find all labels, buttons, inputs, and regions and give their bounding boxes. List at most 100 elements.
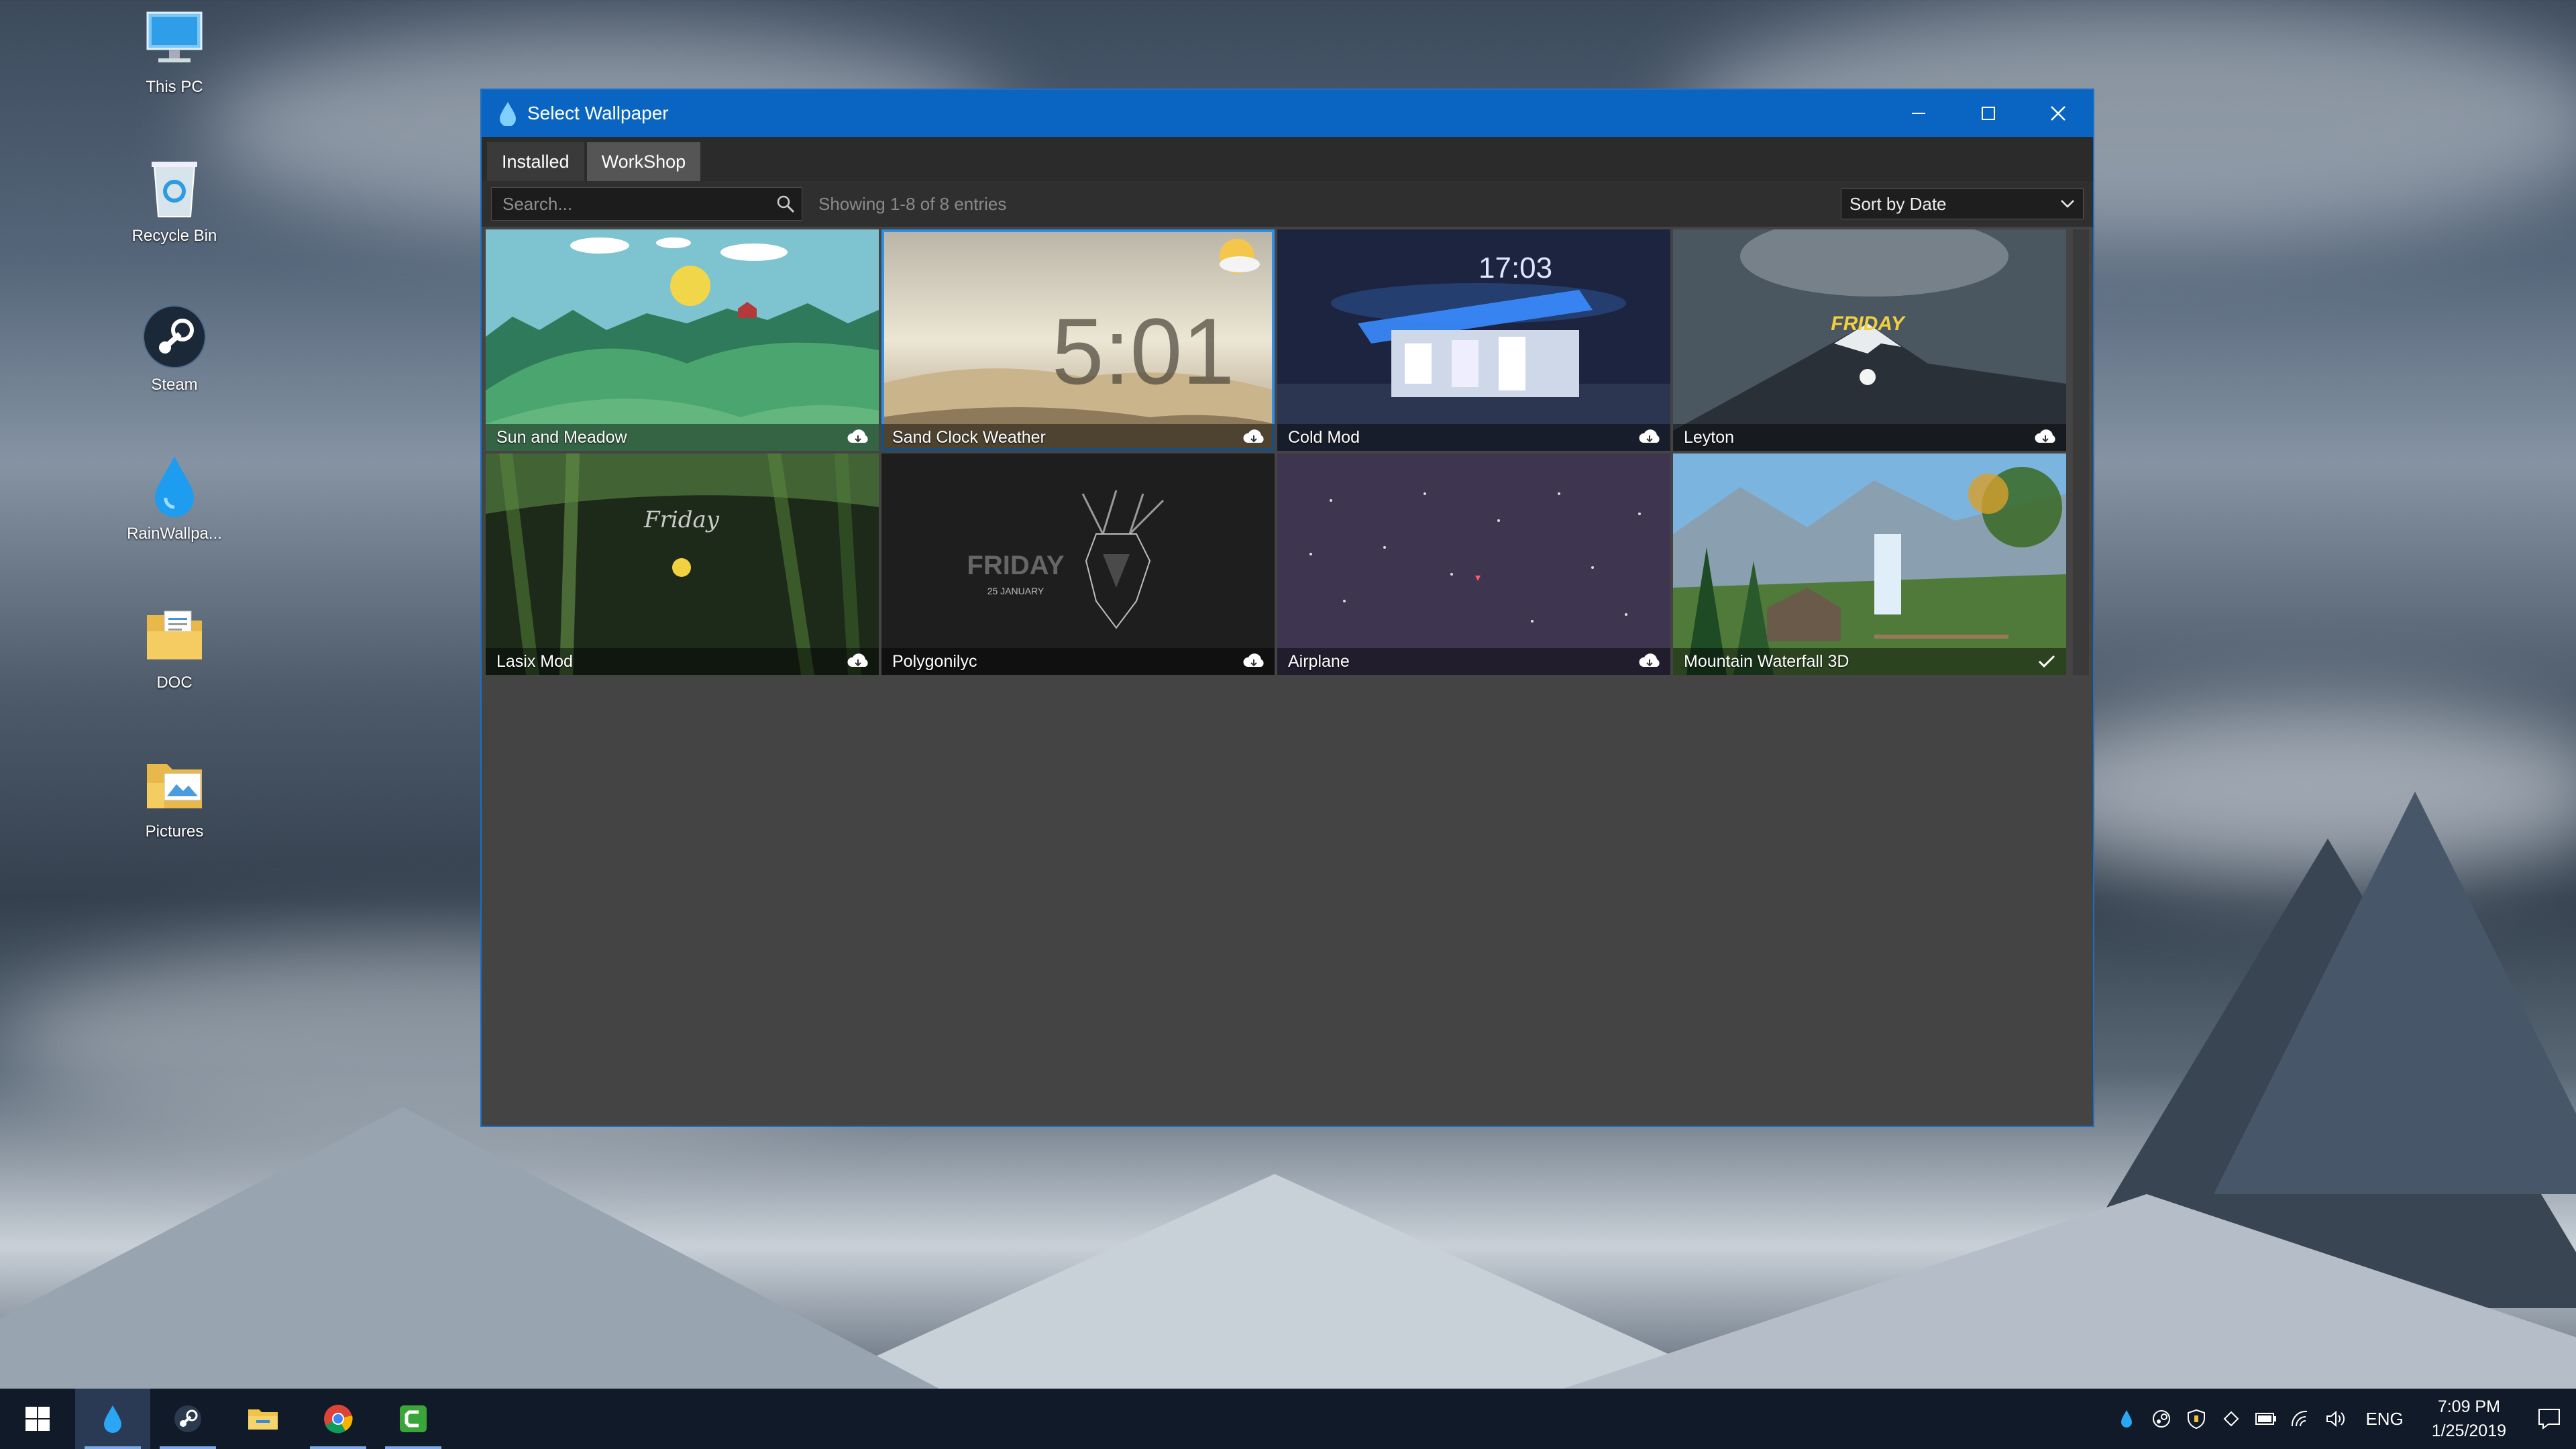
tray-dropbox[interactable] <box>2214 1389 2249 1449</box>
wallpaper-thumbnail: 5:01 <box>881 229 1275 451</box>
wallpaper-card[interactable]: FRIDAY 25 JANUARY Polygonilyc <box>881 453 1275 675</box>
clock-time: 7:09 PM <box>2437 1397 2500 1416</box>
wallpaper-gallery: Sun and Meadow 5:01 Sand Clock Weather 1… <box>482 227 2093 1126</box>
wallpaper-card[interactable]: Friday Lasix Mod <box>486 453 879 675</box>
tray-rainwallpaper[interactable] <box>2109 1389 2144 1449</box>
steam-icon <box>2153 1410 2171 1428</box>
tray-volume[interactable] <box>2318 1389 2353 1449</box>
cloud-download-icon[interactable] <box>1242 429 1265 445</box>
minimize-icon <box>1912 113 1925 114</box>
wallpaper-card[interactable]: 17:03 Cold Mod <box>1277 229 1670 451</box>
desktop-icon-recycle-bin[interactable]: Recycle Bin <box>114 154 235 246</box>
wallpaper-thumbnail <box>486 229 879 451</box>
system-tray: ENG 7:09 PM 1/25/2019 <box>2109 1389 2576 1449</box>
wallpaper-card[interactable]: Mountain Waterfall 3D <box>1673 453 2066 675</box>
wallpaper-thumbnail: 17:03 <box>1277 229 1670 451</box>
sort-dropdown[interactable]: Sort by Date <box>1841 189 2084 219</box>
battery-icon <box>2255 1413 2277 1425</box>
day-overlay: FRIDAY <box>967 551 1065 580</box>
wallpaper-name: Cold Mod <box>1288 427 1360 447</box>
tab-installed[interactable]: Installed <box>487 142 584 181</box>
wallpaper-grid: Sun and Meadow 5:01 Sand Clock Weather 1… <box>486 229 2066 675</box>
raindrop-icon <box>104 1405 121 1433</box>
wallpaper-name: Leyton <box>1684 427 1735 447</box>
wifi-icon <box>2292 1411 2308 1427</box>
wallpaper-thumbnail <box>1277 453 1670 675</box>
wallpaper-caption: Polygonilyc <box>881 648 1275 675</box>
wallpaper-card[interactable]: Airplane <box>1277 453 1670 675</box>
action-center-button[interactable] <box>2522 1389 2576 1449</box>
volume-icon <box>2326 1410 2345 1428</box>
taskbar-steam[interactable] <box>150 1389 225 1449</box>
wallpaper-caption: Lasix Mod <box>486 648 879 675</box>
wallpaper-name: Polygonilyc <box>892 651 977 671</box>
wallpaper-caption: Leyton <box>1673 424 2066 451</box>
desktop-icon-label: Pictures <box>145 822 204 841</box>
wallpaper-card[interactable]: 5:01 Sand Clock Weather <box>881 229 1275 451</box>
day-overlay: FRIDAY <box>1831 313 1906 335</box>
tray-security[interactable] <box>2179 1389 2214 1449</box>
wallpaper-thumbnail: FRIDAY 25 JANUARY <box>881 453 1275 675</box>
vertical-scrollbar[interactable] <box>2073 229 2089 675</box>
wallpaper-name: Sand Clock Weather <box>892 427 1046 447</box>
desktop-icon-steam[interactable]: Steam <box>114 303 235 394</box>
close-button[interactable] <box>2023 90 2093 137</box>
wallpaper-thumbnail: Friday <box>486 453 879 675</box>
file-explorer-icon <box>248 1409 278 1430</box>
desktop-icon-label: RainWallpa... <box>127 525 222 543</box>
minimize-button[interactable] <box>1884 90 1953 137</box>
maximize-icon <box>1982 107 1995 120</box>
input-language[interactable]: ENG <box>2353 1409 2415 1430</box>
dropbox-icon <box>2224 1411 2239 1427</box>
taskbar-clock[interactable]: 7:09 PM 1/25/2019 <box>2416 1395 2522 1443</box>
check-icon <box>2038 655 2055 668</box>
tab-workshop[interactable]: WorkShop <box>586 142 701 181</box>
recycle-bin-icon <box>141 154 208 221</box>
cloud-download-icon[interactable] <box>1638 653 1661 669</box>
raindrop-icon <box>500 102 516 126</box>
maximize-button[interactable] <box>1953 90 2023 137</box>
wallpaper-name: Sun and Meadow <box>496 427 627 447</box>
cloud-download-icon[interactable] <box>2034 429 2057 445</box>
search-icon <box>777 195 795 213</box>
entries-count: Showing 1-8 of 8 entries <box>818 193 1007 214</box>
window-title: Select Wallpaper <box>527 103 669 123</box>
wallpaper-name: Lasix Mod <box>496 651 573 671</box>
window-titlebar[interactable]: Select Wallpaper <box>482 90 2093 137</box>
search-button[interactable] <box>769 188 802 220</box>
wallpaper-name: Mountain Waterfall 3D <box>1684 651 1849 671</box>
search-input[interactable] <box>492 193 769 215</box>
clock-overlay: 5:01 <box>1052 299 1234 404</box>
taskbar-camtasia[interactable] <box>376 1389 451 1449</box>
start-button[interactable] <box>0 1389 75 1449</box>
desktop-icon-doc[interactable]: DOC <box>114 601 235 692</box>
start-icon <box>25 1407 50 1431</box>
cloud-download-icon[interactable] <box>847 429 869 445</box>
desktop-icon-pictures[interactable]: Pictures <box>114 750 235 841</box>
camtasia-icon <box>400 1405 427 1432</box>
cloud-download-icon[interactable] <box>847 653 869 669</box>
cloud-download-icon[interactable] <box>1242 653 1265 669</box>
folder-icon <box>141 601 208 668</box>
taskbar-chrome[interactable] <box>301 1389 376 1449</box>
cloud-download-icon[interactable] <box>1638 429 1661 445</box>
search-box <box>491 187 802 221</box>
tray-battery[interactable] <box>2249 1389 2284 1449</box>
tray-steam[interactable] <box>2144 1389 2179 1449</box>
desktop-icon-this-pc[interactable]: This PC <box>114 5 235 97</box>
notification-icon <box>2538 1409 2560 1430</box>
wallpaper-caption: Cold Mod <box>1277 424 1670 451</box>
computer-icon <box>141 5 208 72</box>
taskbar-file-explorer[interactable] <box>225 1389 301 1449</box>
steam-icon <box>174 1405 201 1432</box>
desktop-icon-label: Recycle Bin <box>131 227 217 245</box>
wallpaper-card[interactable]: FRIDAY Leyton <box>1673 229 2066 451</box>
desktop-icon-rainwallpaper[interactable]: RainWallpa... <box>114 452 235 543</box>
taskbar-rainwallpaper[interactable] <box>75 1389 150 1449</box>
folder-icon <box>141 750 208 817</box>
wallpaper-card[interactable]: Sun and Meadow <box>486 229 879 451</box>
wallpaper-caption: Sand Clock Weather <box>881 424 1275 451</box>
tray-wifi[interactable] <box>2284 1389 2318 1449</box>
wallpaper-caption: Mountain Waterfall 3D <box>1673 648 2066 675</box>
security-icon <box>2188 1409 2206 1429</box>
